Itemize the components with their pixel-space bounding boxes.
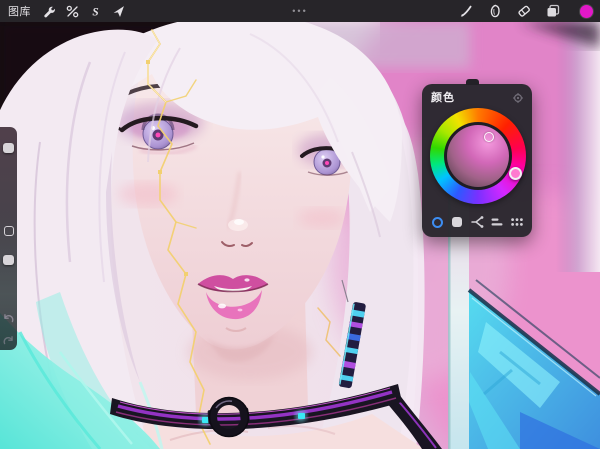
color-mode-tabs bbox=[429, 214, 525, 230]
opacity-slider[interactable] bbox=[0, 245, 17, 307]
toolbar-right-group bbox=[458, 0, 600, 22]
brush-size-slider[interactable] bbox=[0, 127, 17, 222]
value-mode-icon bbox=[490, 215, 504, 229]
selection-button[interactable]: S bbox=[87, 3, 103, 19]
adjustments-button[interactable] bbox=[64, 3, 80, 19]
actions-wrench-button[interactable] bbox=[41, 3, 57, 19]
tab-harmony[interactable] bbox=[469, 214, 485, 230]
canvas-overflow-button[interactable]: ••• bbox=[292, 6, 307, 16]
saturation-brightness-disc[interactable] bbox=[447, 125, 509, 187]
app-screen: 图库 S bbox=[0, 0, 600, 449]
current-color-button[interactable] bbox=[580, 5, 593, 18]
transform-button[interactable] bbox=[110, 3, 126, 19]
classic-mode-icon bbox=[452, 217, 462, 227]
wrench-icon bbox=[42, 4, 57, 19]
color-panel: 颜色 bbox=[422, 84, 532, 237]
color-panel-header: 颜色 bbox=[431, 89, 524, 104]
paint-brush-button[interactable] bbox=[458, 3, 474, 19]
modify-button[interactable] bbox=[4, 226, 14, 236]
toolbar-left-group: 图库 S bbox=[0, 0, 126, 22]
gear-icon bbox=[512, 92, 524, 104]
brush-icon bbox=[458, 3, 474, 19]
redo-icon bbox=[2, 335, 15, 348]
side-toolbar bbox=[0, 127, 17, 350]
tab-disc[interactable] bbox=[429, 214, 445, 230]
hue-selector[interactable] bbox=[509, 167, 522, 180]
eraser-icon bbox=[516, 3, 532, 19]
smudge-button[interactable] bbox=[487, 3, 503, 19]
selection-icon: S bbox=[88, 4, 103, 19]
transform-arrow-icon bbox=[111, 4, 126, 19]
brush-size-slider-handle[interactable] bbox=[3, 143, 14, 153]
layers-button[interactable] bbox=[545, 3, 561, 19]
undo-button[interactable] bbox=[2, 313, 15, 326]
erase-button[interactable] bbox=[516, 3, 532, 19]
disc-mode-icon bbox=[432, 217, 443, 228]
toolbar-center-group: ••• bbox=[292, 0, 307, 22]
adjustments-icon bbox=[65, 4, 80, 19]
undo-icon bbox=[2, 313, 15, 326]
color-settings-button[interactable] bbox=[512, 91, 524, 103]
color-wheel[interactable] bbox=[430, 108, 526, 204]
top-toolbar: 图库 S bbox=[0, 0, 600, 22]
tab-value[interactable] bbox=[489, 214, 505, 230]
palettes-mode-icon bbox=[510, 215, 524, 229]
redo-button[interactable] bbox=[2, 335, 15, 348]
color-panel-title: 颜色 bbox=[431, 89, 455, 105]
layers-icon bbox=[545, 3, 561, 19]
gallery-button[interactable]: 图库 bbox=[8, 3, 31, 19]
tab-palettes[interactable] bbox=[509, 214, 525, 230]
harmony-mode-icon bbox=[470, 215, 484, 229]
disc-selector[interactable] bbox=[484, 132, 494, 142]
tab-classic[interactable] bbox=[449, 214, 465, 230]
color-panel-notch bbox=[466, 79, 479, 85]
svg-text:S: S bbox=[92, 6, 98, 18]
opacity-slider-handle[interactable] bbox=[3, 255, 14, 265]
smudge-finger-icon bbox=[487, 3, 503, 19]
